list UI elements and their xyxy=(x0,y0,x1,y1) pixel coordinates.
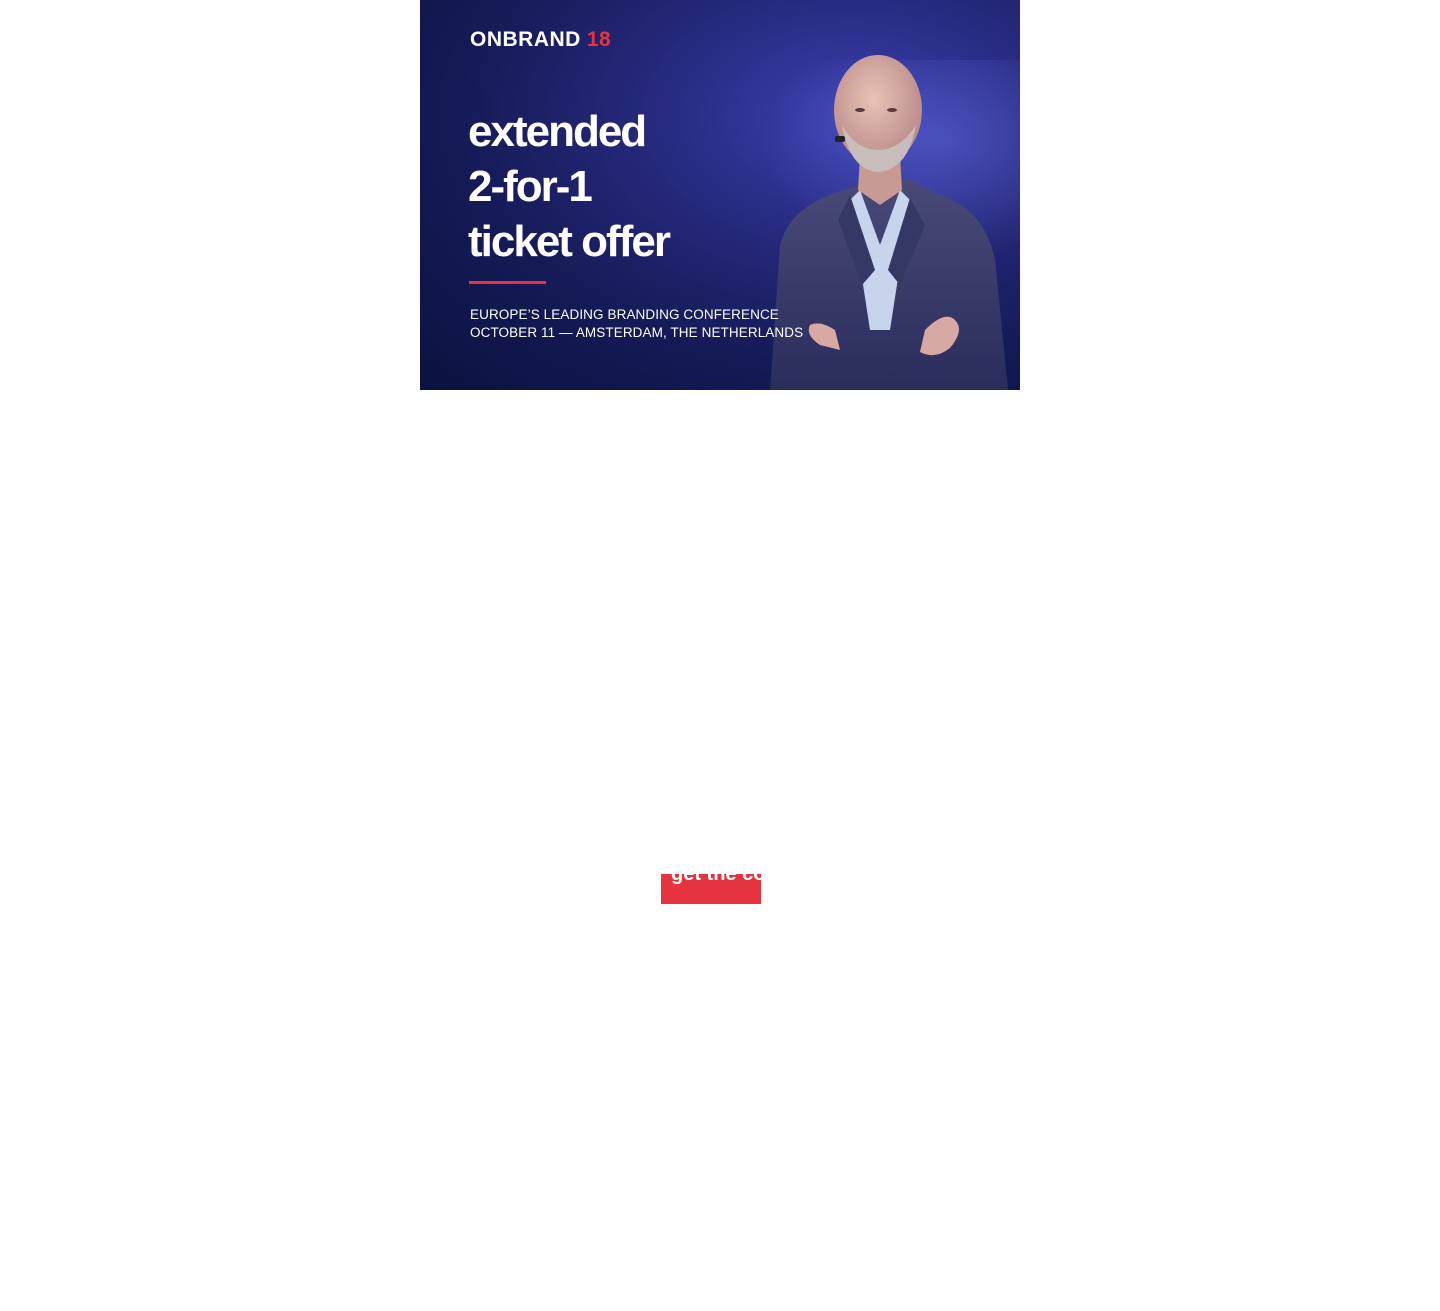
headline-line-1: extended xyxy=(468,107,647,156)
tagline: EUROPE’S LEADING BRANDING CONFERENCE xyxy=(470,307,779,322)
headline-line-2: 2-for-1 xyxy=(468,162,593,211)
cta-label-wrapper: get the co xyxy=(661,854,761,904)
headline-line-3: ticket offer xyxy=(468,217,671,266)
event-details: OCTOBER 11 — AMSTERDAM, THE NETHERLANDS xyxy=(470,325,804,340)
cta-label: get the co xyxy=(671,863,761,885)
logo-text: ONBRAND xyxy=(470,28,581,51)
accent-divider xyxy=(469,281,546,284)
onbrand-logo: ONBRAND 18 xyxy=(470,28,611,52)
logo-number: 18 xyxy=(586,28,612,51)
promo-banner[interactable]: ONBRAND 18 extended 2-for-1 ticket offer … xyxy=(420,0,1020,390)
page: ONBRAND 18 extended 2-for-1 ticket offer … xyxy=(0,0,1440,1311)
headline: extended 2-for-1 ticket offer xyxy=(468,104,671,269)
